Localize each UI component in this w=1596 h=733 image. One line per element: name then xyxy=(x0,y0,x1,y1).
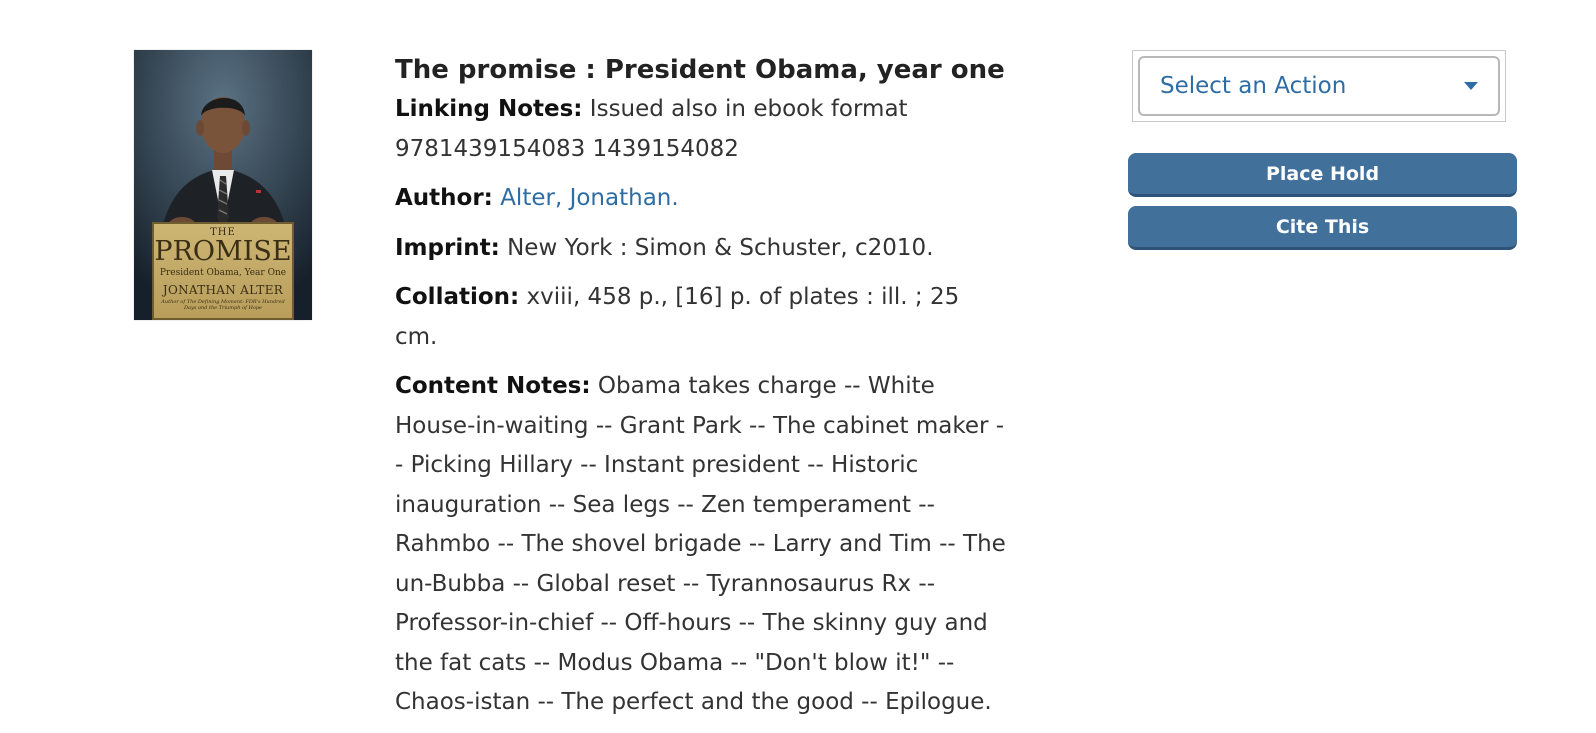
content-notes-value: Obama takes charge -- White House-in-wai… xyxy=(395,373,1006,715)
imprint-field: Imprint: New York : Simon & Schuster, c2… xyxy=(395,229,1007,269)
record-details: The promise : President Obama, year one … xyxy=(395,52,1007,733)
imprint-label: Imprint: xyxy=(395,234,500,261)
record-title: The promise : President Obama, year one xyxy=(395,55,1005,85)
collation-field: Collation: xviii, 458 p., [16] p. of pla… xyxy=(395,278,1007,357)
chevron-down-icon xyxy=(1464,82,1478,90)
collation-label: Collation: xyxy=(395,284,520,310)
cover-subtitle-text: President Obama, Year One xyxy=(159,268,287,278)
imprint-value: New York : Simon & Schuster, c2010. xyxy=(507,234,934,261)
cover-tagline-text: Author of The Defining Moment: FDR's Hun… xyxy=(161,299,285,311)
content-notes-label: Content Notes: xyxy=(395,373,591,399)
book-cover-image[interactable]: THE PROMISE President Obama, Year One JO… xyxy=(134,50,312,320)
action-select[interactable]: Select an Action xyxy=(1138,56,1500,116)
action-select-label: Select an Action xyxy=(1160,73,1347,99)
linking-notes-label: Linking Notes: xyxy=(395,96,583,122)
cite-this-button[interactable]: Cite This xyxy=(1128,206,1517,250)
author-label: Author: xyxy=(395,185,493,211)
place-hold-button[interactable]: Place Hold xyxy=(1128,153,1517,197)
action-select-wrapper: Select an Action xyxy=(1132,50,1506,122)
cover-author-text: JONATHAN ALTER xyxy=(162,283,284,297)
cover-title-text: PROMISE xyxy=(154,236,292,267)
linking-notes-field: Linking Notes: Issued also in ebook form… xyxy=(395,90,1007,169)
content-notes-field: Content Notes: Obama takes charge -- Whi… xyxy=(395,367,1007,723)
cover-podium: THE PROMISE President Obama, Year One JO… xyxy=(152,222,294,320)
author-field: Author: Alter, Jonathan. xyxy=(395,179,1007,219)
author-link[interactable]: Alter, Jonathan. xyxy=(500,185,678,211)
